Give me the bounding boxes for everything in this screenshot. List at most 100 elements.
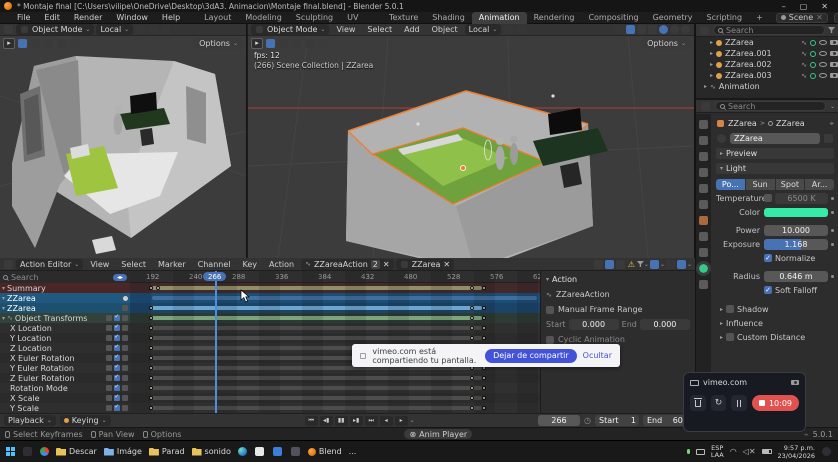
channel-x-euler[interactable]: X Euler Rotation: [0, 353, 130, 363]
tab-physics-icon[interactable]: [699, 248, 708, 257]
notification-icon[interactable]: [822, 447, 831, 456]
taskbar-folder-sonido[interactable]: sonido: [192, 447, 231, 456]
breadcrumb-data[interactable]: ZZarea: [776, 119, 805, 128]
orientation-dropdown[interactable]: Local⌄: [96, 24, 133, 35]
menu-help[interactable]: Help: [155, 13, 187, 22]
select-lasso-icon[interactable]: [292, 39, 301, 48]
enable-checkbox[interactable]: [114, 365, 120, 371]
action-start-field[interactable]: 0.000: [569, 319, 619, 330]
expand-icon[interactable]: ▸: [710, 61, 713, 68]
channel-x-scale[interactable]: X Scale: [0, 393, 130, 403]
channel-y-scale[interactable]: Y Scale: [0, 403, 130, 413]
menu-view[interactable]: View: [331, 25, 360, 34]
play-reverse-button[interactable]: ▮▮: [335, 416, 348, 426]
show-hidden-icon[interactable]: [616, 260, 625, 269]
keyframe-dot-icon[interactable]: [831, 229, 834, 232]
menu-file[interactable]: File: [10, 13, 37, 22]
keyframe-dot-icon[interactable]: [831, 197, 834, 200]
normalize-checkbox[interactable]: ✓: [764, 254, 772, 262]
outliner-display-mode-icon[interactable]: [700, 26, 709, 35]
light-type-area[interactable]: Ar...: [805, 179, 834, 190]
timeline-ruler[interactable]: 192 240 288 336 384 432 480 528 576 624: [130, 271, 540, 283]
enable-checkbox[interactable]: [114, 385, 120, 391]
render-visibility-icon[interactable]: [830, 73, 838, 78]
action-name[interactable]: ZZareaAction: [556, 290, 610, 299]
tab-modifiers-icon[interactable]: [699, 232, 708, 241]
prev-keyframe-button[interactable]: ◂▮: [320, 416, 333, 426]
tab-texture-paint[interactable]: Texture Paint: [382, 12, 425, 24]
enable-checkbox[interactable]: [114, 345, 120, 351]
auto-keying-icon[interactable]: [677, 260, 686, 269]
snap-icon[interactable]: [136, 25, 145, 34]
expand-icon[interactable]: ▸: [710, 72, 713, 79]
snap-icon[interactable]: [504, 25, 513, 34]
outliner-search[interactable]: Search: [713, 25, 825, 35]
menu-edit[interactable]: Edit: [37, 13, 67, 22]
pin-icon[interactable]: ⌖: [829, 119, 834, 129]
next-keyframe-button[interactable]: ⏭: [365, 416, 378, 426]
light-panel-header[interactable]: ▾ Light: [716, 163, 834, 174]
lock-icon[interactable]: [122, 325, 128, 331]
menu-view[interactable]: View: [85, 260, 114, 269]
menu-action[interactable]: Action: [264, 260, 299, 269]
orientation-dropdown[interactable]: Local⌄: [465, 24, 502, 35]
tab-animation[interactable]: Animation: [472, 12, 527, 24]
stop-sharing-button[interactable]: Dejar de compartir: [485, 349, 577, 363]
enable-checkbox[interactable]: [114, 395, 120, 401]
channel-group[interactable]: ▾∿Object Transforms: [0, 313, 130, 323]
tab-uv-editing[interactable]: UV Editing: [340, 12, 382, 24]
channel-rotation-mode[interactable]: Rotation Mode: [0, 383, 130, 393]
outliner-item-zzarea-003[interactable]: ▸ ZZarea.003 ∿: [696, 70, 838, 81]
discard-recording-button[interactable]: [690, 395, 706, 411]
action-users-count[interactable]: 2: [371, 260, 380, 269]
channel-object[interactable]: ▾ZZarea: [0, 293, 130, 303]
modifier-icon[interactable]: [106, 395, 112, 401]
select-circle-icon[interactable]: [279, 39, 288, 48]
outliner-item-zzarea-001[interactable]: ▸ ZZarea.001 ∿: [696, 48, 838, 59]
properties-search[interactable]: Search: [715, 101, 826, 111]
taskbar-blender[interactable]: Blend: [308, 447, 342, 456]
cyclic-checkbox[interactable]: ✓: [546, 336, 554, 344]
expand-icon[interactable]: ▸: [710, 39, 713, 46]
keying-dropdown[interactable]: Keying⌄: [60, 415, 111, 426]
tab-output-icon[interactable]: [699, 152, 708, 161]
channel-z-location[interactable]: Z Location: [0, 343, 130, 353]
frame-field[interactable]: 266: [538, 415, 580, 426]
menu-add[interactable]: Add: [399, 25, 425, 34]
tab-scripting[interactable]: Scripting: [699, 12, 749, 24]
enable-checkbox[interactable]: [114, 335, 120, 341]
tab-viewlayer-icon[interactable]: [699, 168, 708, 177]
wifi-icon[interactable]: ◠: [730, 447, 737, 456]
app-icon-light[interactable]: [255, 447, 264, 456]
enable-checkbox[interactable]: [114, 375, 120, 381]
viewlayer-selector[interactable]: ViewLayer: [834, 13, 838, 23]
xray-icon[interactable]: [637, 25, 646, 34]
hide-banner-button[interactable]: Ocultar: [583, 351, 612, 360]
keyframes-fcurve[interactable]: [130, 373, 540, 383]
preview-panel-header[interactable]: ▸ Preview: [716, 148, 834, 159]
channel-action[interactable]: ▾ZZarea: [0, 303, 130, 313]
viewport-left[interactable]: Object Mode⌄ Local⌄ ▸ Options⌄: [0, 24, 247, 258]
start-button[interactable]: [6, 447, 15, 456]
taskbar-folder-descargas[interactable]: Descar: [56, 447, 97, 456]
scene-selector[interactable]: Scene ✕: [776, 13, 828, 23]
hide-eye-icon[interactable]: [819, 73, 827, 78]
action-selector[interactable]: ∿ ZZareaAction 2 ✕: [301, 259, 394, 270]
select-box-icon[interactable]: [18, 39, 27, 48]
cursor-tool-icon[interactable]: [305, 39, 314, 48]
select-lasso-icon[interactable]: [44, 39, 53, 48]
channel-y-location[interactable]: Y Location: [0, 333, 130, 343]
maximize-button[interactable]: ▢: [800, 2, 808, 11]
tab-layout[interactable]: Layout: [197, 12, 238, 24]
keyframes-fcurve[interactable]: [130, 333, 540, 343]
power-field[interactable]: 10.000: [764, 225, 828, 236]
shading-material-icon[interactable]: [670, 25, 679, 34]
channel-x-location[interactable]: X Location: [0, 323, 130, 333]
custom-distance-panel[interactable]: ▸ ✓ Custom Distance: [716, 331, 834, 343]
radius-field[interactable]: 0.646 m: [764, 271, 828, 282]
color-swatch[interactable]: [764, 208, 828, 217]
move-tool-icon[interactable]: [70, 39, 79, 48]
only-selected-icon[interactable]: [605, 260, 614, 269]
app-icon-gray[interactable]: [291, 447, 300, 456]
editor-type-icon[interactable]: [4, 25, 13, 34]
